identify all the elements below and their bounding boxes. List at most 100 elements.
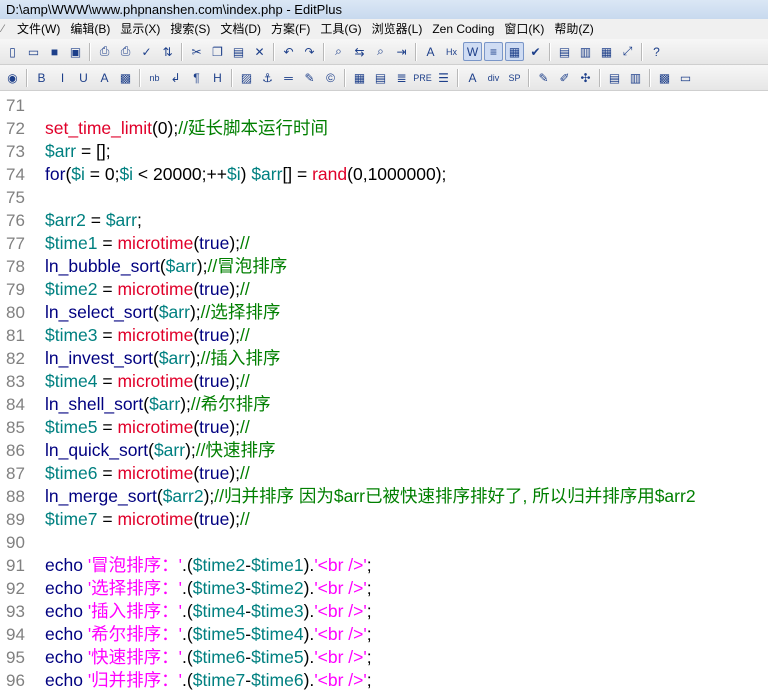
code-line[interactable]: 82 ln_invest_sort($arr);//插入排序	[0, 347, 768, 370]
code-line[interactable]: 86 ln_quick_sort($arr);//快速排序	[0, 439, 768, 462]
hex-icon[interactable]: Hx	[442, 42, 461, 61]
image-icon[interactable]: ▨	[237, 68, 256, 87]
code-line[interactable]: 87 $time6 = microtime(true);//	[0, 462, 768, 485]
menu-item-5[interactable]: 方案(F)	[266, 19, 315, 39]
ftp-icon[interactable]: ⇅	[158, 42, 177, 61]
menu-item-6[interactable]: 工具(G)	[315, 19, 366, 39]
code-line[interactable]: 85 $time5 = microtime(true);//	[0, 416, 768, 439]
code-line[interactable]: 89 $time7 = microtime(true);//	[0, 508, 768, 531]
word-wrap-icon[interactable]: W	[463, 42, 482, 61]
ruler-icon[interactable]: ≡	[484, 42, 503, 61]
code-token: ).	[303, 670, 315, 690]
goto-line-icon[interactable]: ⇥	[392, 42, 411, 61]
font-icon[interactable]: A	[421, 42, 440, 61]
line-number: 72	[6, 119, 25, 138]
underline-icon[interactable]: U	[74, 68, 93, 87]
code-line[interactable]: 74 for($i = 0;$i < 20000;++$i) $arr[] = r…	[0, 163, 768, 186]
menu-item-9[interactable]: 窗口(K)	[499, 19, 549, 39]
code-line[interactable]: 80 ln_select_sort($arr);//选择排序	[0, 301, 768, 324]
code-editor[interactable]: 71 72 set_time_limit(0);//延长脚本运行时间 73 $arr =…	[0, 92, 768, 696]
italic-icon[interactable]: I	[53, 68, 72, 87]
menu-item-8[interactable]: Zen Coding	[427, 19, 499, 39]
code-text: ln_bubble_sort($arr);//冒泡排序	[45, 255, 287, 278]
center-icon[interactable]: ≣	[392, 68, 411, 87]
print-icon[interactable]: ⎙	[116, 42, 135, 61]
code-line[interactable]: 72 set_time_limit(0);//延长脚本运行时间	[0, 117, 768, 140]
paste-icon[interactable]: ▤	[229, 42, 248, 61]
edit-pen-icon[interactable]: ✎	[300, 68, 319, 87]
code-line[interactable]: 73 $arr = [];	[0, 140, 768, 163]
bold-icon[interactable]: B	[32, 68, 51, 87]
save-icon[interactable]: ■	[45, 42, 64, 61]
fullscreen-icon[interactable]: ⤢	[618, 42, 637, 61]
new-file-icon[interactable]: ▯	[3, 42, 22, 61]
span-icon[interactable]: SP	[505, 68, 524, 87]
ie-toolbar-icon[interactable]: ▥	[626, 68, 645, 87]
directory-window-icon[interactable]: ▤	[555, 42, 574, 61]
code-line[interactable]: 93 echo '插入排序：'.($time4-$time3).'<br />';	[0, 600, 768, 623]
print-preview-icon[interactable]: ⎙	[95, 42, 114, 61]
line-break-icon[interactable]: ↲	[166, 68, 185, 87]
comment-icon[interactable]: ©	[321, 68, 340, 87]
code-line[interactable]: 76 $arr2 = $arr;	[0, 209, 768, 232]
replace-icon[interactable]: ⇆	[350, 42, 369, 61]
save-all-icon[interactable]: ▣	[66, 42, 85, 61]
menu-item-1[interactable]: 编辑(B)	[65, 19, 115, 39]
cliptext-window-icon[interactable]: ▥	[576, 42, 595, 61]
code-line[interactable]: 90	[0, 531, 768, 554]
code-line[interactable]: 95 echo '快速排序：'.($time6-$time5).'<br />';	[0, 646, 768, 669]
cut-icon[interactable]: ✂	[187, 42, 206, 61]
check-icon[interactable]: ✔	[526, 42, 545, 61]
font-color-icon[interactable]: A	[95, 68, 114, 87]
css-edit-icon[interactable]: ✎	[534, 68, 553, 87]
color-palette-icon[interactable]: ▩	[116, 68, 135, 87]
color-picker-icon[interactable]: ▩	[655, 68, 674, 87]
code-line[interactable]: 96 echo '归并排序：'.($time7-$time6).'<br />';	[0, 669, 768, 692]
code-line[interactable]: 88 ln_merge_sort($arr2);//归并排序 因为$arr已被快速…	[0, 485, 768, 508]
menu-item-0[interactable]: 文件(W)	[12, 19, 65, 39]
script-icon[interactable]: ✣	[576, 68, 595, 87]
column-select-icon[interactable]: ▦	[505, 42, 524, 61]
anchor-icon[interactable]: ⚓	[258, 68, 277, 87]
undo-icon[interactable]: ↶	[279, 42, 298, 61]
horizontal-rule-icon[interactable]: ═	[279, 68, 298, 87]
browser-icon[interactable]: ◉	[3, 68, 22, 87]
code-line[interactable]: 79 $time2 = microtime(true);//	[0, 278, 768, 301]
code-line[interactable]: 84 ln_shell_sort($arr);//希尔排序	[0, 393, 768, 416]
menu-item-2[interactable]: 显示(X)	[115, 19, 165, 39]
div-icon[interactable]: div	[484, 68, 503, 87]
code-line[interactable]: 91 echo '冒泡排序：'.($time2-$time1).'<br />';	[0, 554, 768, 577]
menu-item-7[interactable]: 浏览器(L)	[367, 19, 428, 39]
delete-icon[interactable]: ✕	[250, 42, 269, 61]
code-line[interactable]: 81 $time3 = microtime(true);//	[0, 324, 768, 347]
heading-icon[interactable]: H	[208, 68, 227, 87]
code-line[interactable]: 71	[0, 94, 768, 117]
code-line[interactable]: 75	[0, 186, 768, 209]
copy-icon[interactable]: ❐	[208, 42, 227, 61]
form-icon[interactable]: ▤	[371, 68, 390, 87]
open-folder-icon[interactable]: ▭	[24, 42, 43, 61]
style-icon[interactable]: ✐	[555, 68, 574, 87]
find-icon[interactable]: ⌕	[329, 42, 348, 61]
code-line[interactable]: 78 ln_bubble_sort($arr);//冒泡排序	[0, 255, 768, 278]
menu-item-4[interactable]: 文档(D)	[215, 19, 266, 39]
redo-icon[interactable]: ↷	[300, 42, 319, 61]
find-in-files-icon[interactable]: ⌕	[371, 42, 390, 61]
window-icon[interactable]: ▭	[676, 68, 695, 87]
nbsp-icon[interactable]: nb	[145, 68, 164, 87]
pre-icon[interactable]: PRE	[413, 68, 432, 87]
code-line[interactable]: 92 echo '选择排序：'.($time3-$time2).'<br />';	[0, 577, 768, 600]
list-icon[interactable]: ☰	[434, 68, 453, 87]
spellcheck-icon[interactable]: ✓	[137, 42, 156, 61]
menu-item-3[interactable]: 搜索(S)	[165, 19, 215, 39]
output-window-icon[interactable]: ▦	[597, 42, 616, 61]
code-line[interactable]: 83 $time4 = microtime(true);//	[0, 370, 768, 393]
help-pointer-icon[interactable]: ?	[647, 42, 666, 61]
menu-item-10[interactable]: 帮助(Z)	[549, 19, 598, 39]
table-icon[interactable]: ▦	[350, 68, 369, 87]
code-line[interactable]: 77 $time1 = microtime(true);//	[0, 232, 768, 255]
code-line[interactable]: 94 echo '希尔排序：'.($time5-$time4).'<br />';	[0, 623, 768, 646]
html-toolbar-icon[interactable]: ▤	[605, 68, 624, 87]
paragraph-icon[interactable]: ¶	[187, 68, 206, 87]
text-icon[interactable]: A	[463, 68, 482, 87]
